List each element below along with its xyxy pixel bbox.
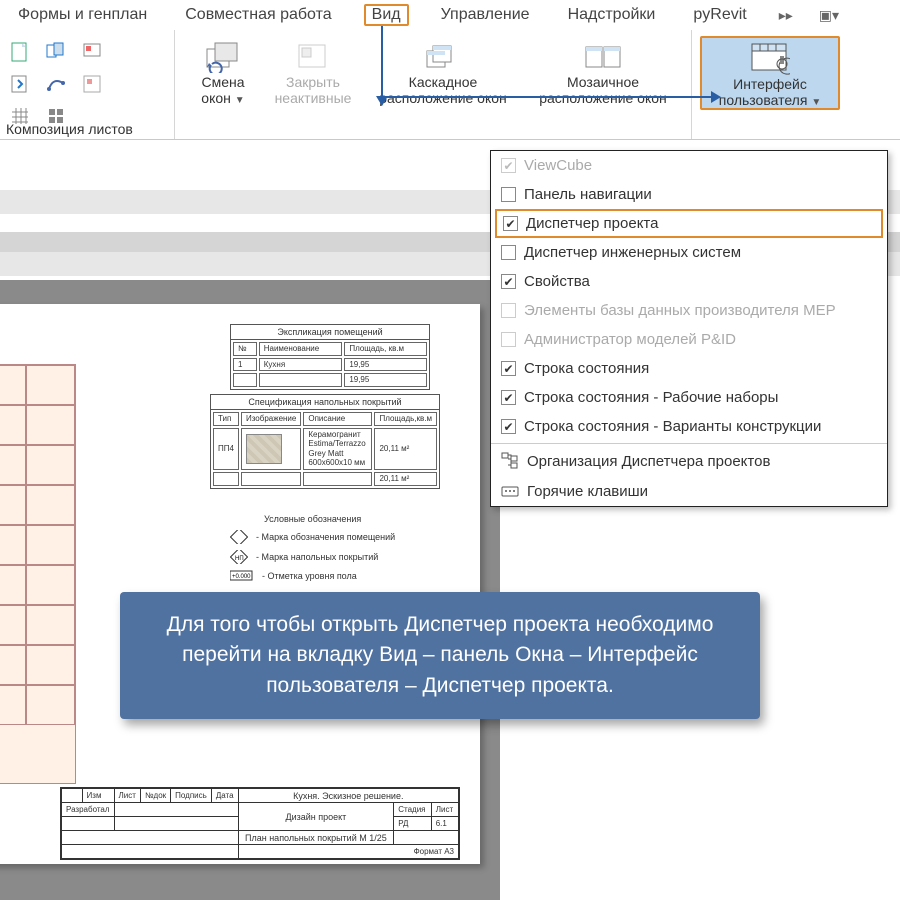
cascade-icon xyxy=(423,40,463,74)
tab-collab[interactable]: Совместная работа xyxy=(179,4,337,26)
ribbon-group-windows: Смена окон ▼ Закрыть неактивные Каскадно… xyxy=(175,30,692,139)
tab-pyrevit[interactable]: pyRevit xyxy=(687,4,752,26)
switch-windows-label2: окон ▼ xyxy=(201,90,244,106)
sheet-icon[interactable] xyxy=(8,40,32,64)
match-icon[interactable] xyxy=(80,40,104,64)
dd-status-design[interactable]: ✔Строка состояния - Варианты конструкции xyxy=(491,412,887,441)
cascade-label1: Каскадное xyxy=(409,74,478,90)
sheet: Экспликация помещений №НаименованиеПлоща… xyxy=(0,304,480,864)
ribbon-group-sheets: Композиция листов xyxy=(0,30,175,139)
ui-label2: пользователя ▼ xyxy=(719,92,821,108)
tab-addins[interactable]: Надстройки xyxy=(562,4,662,26)
close-inactive-icon xyxy=(293,40,333,74)
close-inactive-button[interactable]: Закрыть неактивные xyxy=(263,36,363,106)
close-inactive-label2: неактивные xyxy=(275,90,352,106)
schedule-rooms: Экспликация помещений №НаименованиеПлоща… xyxy=(230,324,430,390)
tab-manage[interactable]: Управление xyxy=(435,4,536,26)
ui-button[interactable]: Интерфейс пользователя ▼ xyxy=(700,36,840,110)
ribbon-group-ui: Интерфейс пользователя ▼ xyxy=(692,30,848,139)
guide-arrow xyxy=(381,96,711,98)
ribbon: Композиция листов Смена окон ▼ Закрыть н… xyxy=(0,30,900,140)
svg-text:НП: НП xyxy=(235,556,244,562)
help-callout: Для того чтобы открыть Диспетчер проекта… xyxy=(120,592,760,719)
tree-icon xyxy=(501,452,519,470)
switch-windows-icon xyxy=(203,40,243,74)
switch-windows-button[interactable]: Смена окон ▼ xyxy=(183,36,263,106)
tile-label1: Мозаичное xyxy=(567,74,639,90)
cascade-label2: расположение окон xyxy=(379,90,507,106)
path-icon[interactable] xyxy=(44,72,68,96)
floor-plan xyxy=(0,364,76,784)
tab-forms[interactable]: Формы и генплан xyxy=(12,4,153,26)
separator xyxy=(491,443,887,444)
switch-windows-label1: Смена xyxy=(201,74,244,90)
svg-text:+0.000: +0.000 xyxy=(232,574,251,580)
close-inactive-label1: Закрыть xyxy=(286,74,340,90)
sheets-multi-icon[interactable] xyxy=(44,40,68,64)
guide-arrow xyxy=(381,26,383,96)
dd-status-worksets[interactable]: ✔Строка состояния - Рабочие наборы xyxy=(491,383,887,412)
mini-icon-grid xyxy=(8,40,110,132)
chevron-down-icon: ▼ xyxy=(811,97,821,108)
ui-label1: Интерфейс xyxy=(733,76,807,92)
panel-label: Композиция листов xyxy=(0,121,174,137)
keyboard-icon xyxy=(501,482,519,500)
menubar: Формы и генплан Совместная работа Вид Уп… xyxy=(0,0,900,30)
dd-navpanel[interactable]: Панель навигации xyxy=(491,180,887,209)
legend: Условные обозначения - Марка обозначения… xyxy=(230,514,395,588)
tab-view[interactable]: Вид xyxy=(364,4,409,26)
material-swatch xyxy=(246,434,282,464)
dd-browser-org[interactable]: Организация Диспетчера проектов xyxy=(491,446,887,476)
dd-mep-db: Элементы базы данных производителя MEP xyxy=(491,296,887,325)
dd-project-browser[interactable]: ✔Диспетчер проекта xyxy=(495,209,883,238)
schedule-floor: Спецификация напольных покрытий ТипИзобр… xyxy=(210,394,440,489)
chevron-down-icon: ▼ xyxy=(235,95,245,106)
dd-pid-admin: Администратор моделей P&ID xyxy=(491,325,887,354)
title-block: ИзмЛист№докПодписьДатаКухня. Эскизное ре… xyxy=(60,787,460,860)
tile-label2: расположение окон xyxy=(539,90,667,106)
ui-icon xyxy=(750,42,790,76)
dd-viewcube: ✔ViewCube xyxy=(491,151,887,180)
dd-properties[interactable]: ✔Свойства xyxy=(491,267,887,296)
dd-system-browser[interactable]: Диспетчер инженерных систем xyxy=(491,238,887,267)
ui-dropdown: ✔ViewCube Панель навигации ✔Диспетчер пр… xyxy=(490,150,888,507)
overflow-icon[interactable]: ▸▸ xyxy=(779,7,793,24)
viewport[interactable]: Экспликация помещений №НаименованиеПлоща… xyxy=(0,280,500,900)
frame-icon[interactable] xyxy=(80,72,104,96)
tile-icon xyxy=(583,40,623,74)
import-icon[interactable] xyxy=(8,72,32,96)
panel-dropdown-icon[interactable]: ▣▾ xyxy=(819,7,839,24)
dd-statusbar[interactable]: ✔Строка состояния xyxy=(491,354,887,383)
dd-shortcuts[interactable]: Горячие клавиши xyxy=(491,476,887,506)
